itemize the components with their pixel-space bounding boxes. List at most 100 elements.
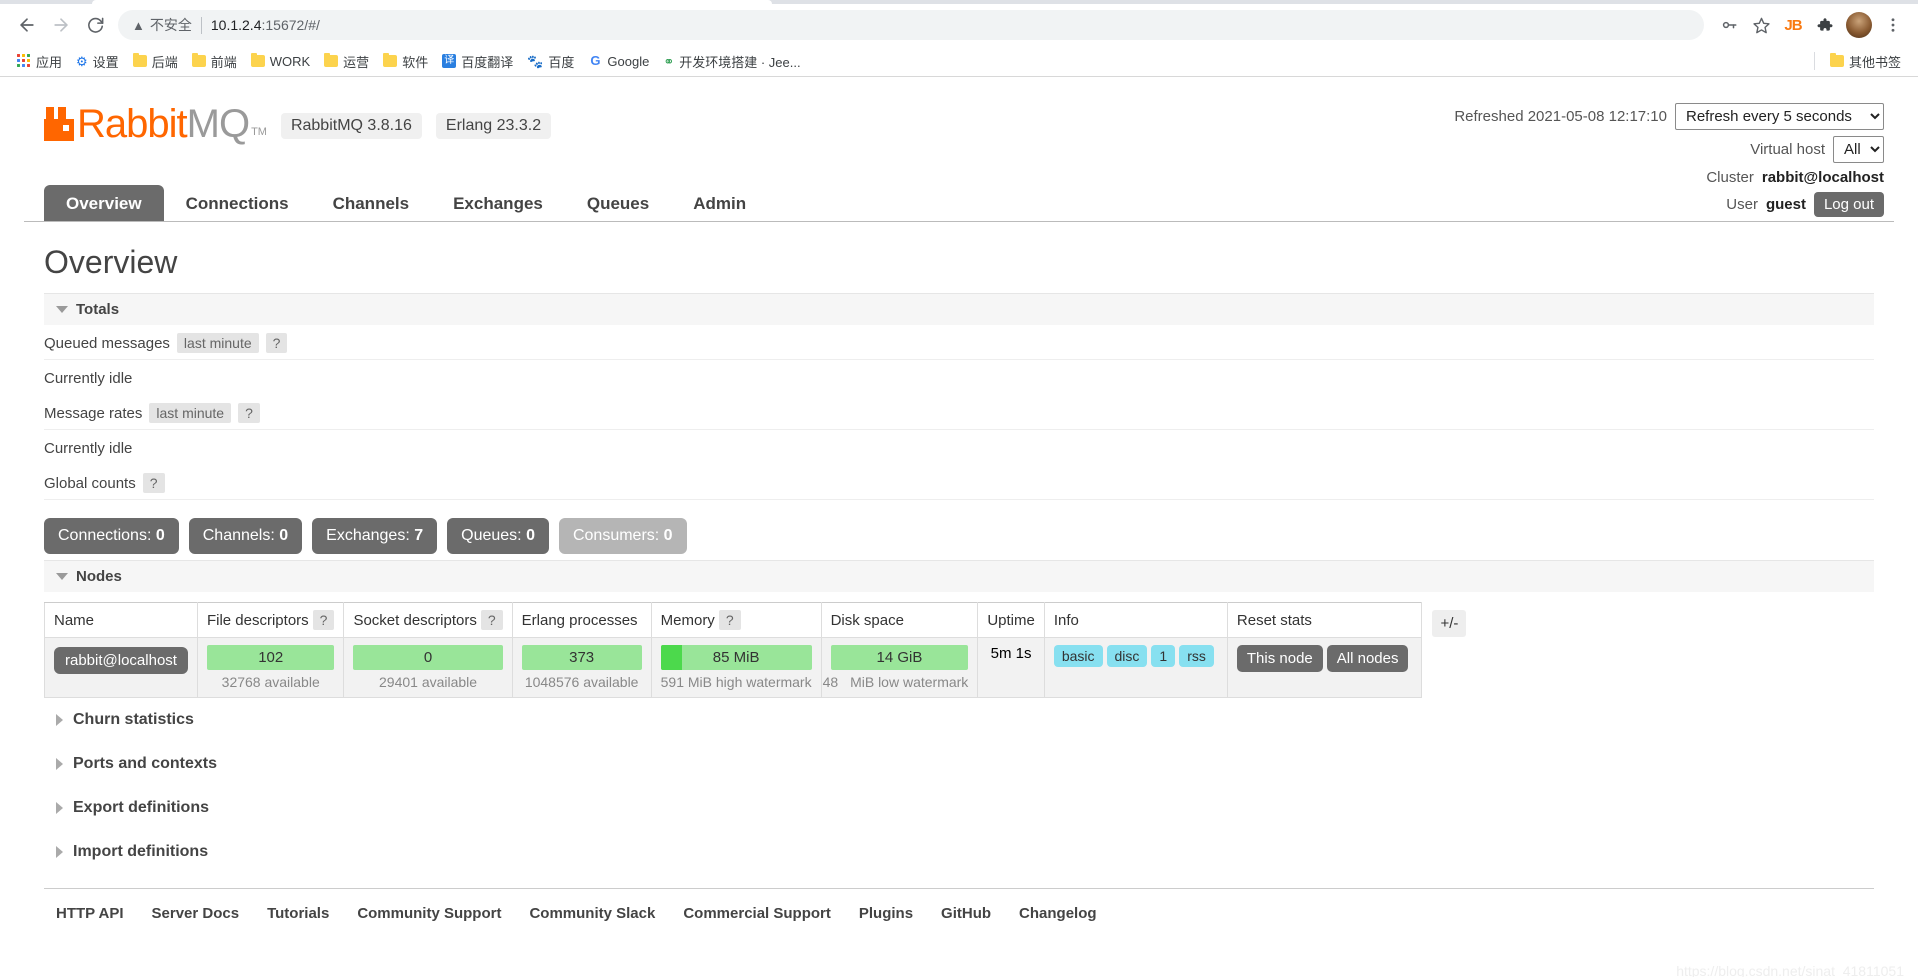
refresh-interval-select[interactable]: Refresh every 5 secondsRefresh every 10 … xyxy=(1675,103,1884,130)
rabbit-logo-icon xyxy=(44,107,74,141)
profile-avatar[interactable] xyxy=(1846,12,1872,38)
collapsible-ports-and-contexts[interactable]: Ports and contexts xyxy=(44,742,1874,786)
socket-descriptors-help-icon[interactable]: ? xyxy=(480,610,503,630)
global-count-channels-button[interactable]: Channels: 0 xyxy=(188,518,303,554)
other-bookmarks-button[interactable]: 其他书签 xyxy=(1823,49,1908,74)
global-counts-help-icon[interactable]: ? xyxy=(142,473,165,493)
logo-mq: MQ xyxy=(186,102,250,146)
totals-section-label: Totals xyxy=(76,301,120,318)
browser-tab[interactable] xyxy=(92,0,772,4)
column-chooser-button[interactable]: +/- xyxy=(1432,610,1467,637)
bookmark-google[interactable]: G Google xyxy=(581,51,656,72)
tab-queues[interactable]: Queues xyxy=(565,185,671,221)
global-count-exchanges-button[interactable]: Exchanges: 7 xyxy=(312,518,438,554)
logout-button[interactable]: Log out xyxy=(1813,192,1884,217)
back-arrow-icon[interactable] xyxy=(10,8,44,42)
cell-file-descriptors: 102 32768 available xyxy=(196,637,345,698)
message-rates-period-chip[interactable]: last minute xyxy=(149,403,232,423)
forward-arrow-icon[interactable] xyxy=(44,8,78,42)
queued-messages-help-icon[interactable]: ? xyxy=(265,333,288,353)
bookmark-baidu-translate[interactable]: 译 百度翻译 xyxy=(435,49,520,74)
footer-link-tutorials[interactable]: Tutorials xyxy=(267,905,329,922)
bookmark-ruanjian[interactable]: 软件 xyxy=(376,49,435,74)
password-key-icon[interactable] xyxy=(1714,10,1744,40)
bookmark-apps[interactable]: 应用 xyxy=(10,49,69,74)
info-chip-basic[interactable]: basic xyxy=(1053,645,1103,667)
bookmark-yunying[interactable]: 运营 xyxy=(317,49,376,74)
info-chip-rss[interactable]: rss xyxy=(1179,645,1214,667)
global-count-connections-button[interactable]: Connections: 0 xyxy=(44,518,179,554)
folder-icon xyxy=(1829,53,1844,67)
bookmark-qianduan[interactable]: 前端 xyxy=(185,49,244,74)
footer-link-changelog[interactable]: Changelog xyxy=(1019,905,1097,922)
tab-overview[interactable]: Overview xyxy=(44,185,164,221)
file-descriptors-help-icon[interactable]: ? xyxy=(312,610,335,630)
reset-stats-this-node-button[interactable]: This node xyxy=(1236,645,1323,672)
socket-descriptors-bar: 0 xyxy=(353,645,503,670)
footer-link-commercial-support[interactable]: Commercial Support xyxy=(683,905,831,922)
reload-icon[interactable] xyxy=(78,8,112,42)
erlang-version-badge: Erlang 23.3.2 xyxy=(435,113,552,139)
footer-link-server-docs[interactable]: Server Docs xyxy=(152,905,240,922)
totals-section-header[interactable]: Totals xyxy=(44,293,1874,325)
bookmark-jeecg[interactable]: ⚭ 开发环境搭建 · Jee... xyxy=(656,49,807,74)
collapsible-export-definitions[interactable]: Export definitions xyxy=(44,786,1874,830)
global-count-queues-button[interactable]: Queues: 0 xyxy=(447,518,549,554)
col-disk-space[interactable]: Disk space xyxy=(820,602,979,638)
col-file-descriptors[interactable]: File descriptors? xyxy=(196,602,345,638)
tab-admin[interactable]: Admin xyxy=(671,185,768,221)
footer-link-plugins[interactable]: Plugins xyxy=(859,905,913,922)
col-label: Memory xyxy=(660,612,715,629)
col-uptime[interactable]: Uptime xyxy=(977,602,1045,638)
cell-node-name: rabbit@localhost xyxy=(44,637,198,698)
nodes-section-label: Nodes xyxy=(76,568,122,585)
memory-help-icon[interactable]: ? xyxy=(718,610,741,630)
footer-link-community-slack[interactable]: Community Slack xyxy=(529,905,655,922)
nodes-section-header[interactable]: Nodes xyxy=(44,560,1874,592)
col-label: Socket descriptors xyxy=(353,612,477,629)
bookmark-baidu[interactable]: 🐾 百度 xyxy=(520,49,581,74)
count-value: 0 xyxy=(663,527,673,544)
rabbitmq-logo[interactable]: RabbitMQ TM xyxy=(44,104,267,144)
bookmark-houduan[interactable]: 后端 xyxy=(126,49,185,74)
col-memory[interactable]: Memory? xyxy=(650,602,822,638)
cell-uptime: 5m 1s xyxy=(977,637,1045,698)
extensions-puzzle-icon[interactable] xyxy=(1810,10,1840,40)
col-info[interactable]: Info xyxy=(1043,602,1228,638)
omnibox-divider xyxy=(200,16,202,34)
bookmark-work[interactable]: WORK xyxy=(244,51,317,72)
collapsible-import-definitions[interactable]: Import definitions xyxy=(44,830,1874,874)
vhost-label: Virtual host xyxy=(1750,141,1825,158)
memory-value: 85 MiB xyxy=(712,649,760,666)
collapsible-churn-statistics[interactable]: Churn statistics xyxy=(44,698,1874,742)
vhost-select[interactable]: All/ xyxy=(1833,136,1884,163)
footer-link-http-api[interactable]: HTTP API xyxy=(56,905,124,922)
node-name-link[interactable]: rabbit@localhost xyxy=(54,647,188,674)
footer-link-github[interactable]: GitHub xyxy=(941,905,991,922)
chrome-menu-icon[interactable] xyxy=(1878,10,1908,40)
col-socket-descriptors[interactable]: Socket descriptors? xyxy=(343,602,513,638)
count-label: Exchanges: xyxy=(326,527,415,544)
footer-link-community-support[interactable]: Community Support xyxy=(357,905,501,922)
reset-stats-all-nodes-button[interactable]: All nodes xyxy=(1326,645,1409,672)
col-reset-stats[interactable]: Reset stats xyxy=(1226,602,1423,638)
chevron-right-icon xyxy=(56,758,63,770)
tab-exchanges[interactable]: Exchanges xyxy=(431,185,565,221)
col-erlang-processes[interactable]: Erlang processes xyxy=(511,602,652,638)
queued-messages-status: Currently idle xyxy=(44,370,133,387)
info-chip-disc[interactable]: disc xyxy=(1106,645,1148,667)
jetbrains-extension-icon[interactable]: JB xyxy=(1778,10,1808,40)
bookmark-label: 开发环境搭建 · Jee... xyxy=(679,54,801,70)
global-count-consumers-button: Consumers: 0 xyxy=(558,518,687,554)
bookmark-star-icon[interactable] xyxy=(1746,10,1776,40)
tab-channels[interactable]: Channels xyxy=(311,185,432,221)
col-name[interactable]: Name xyxy=(44,602,198,638)
queued-messages-period-chip[interactable]: last minute xyxy=(176,333,259,353)
url-text: 10.1.2.4:15672/#/ xyxy=(211,17,320,33)
address-bar[interactable]: ▲ 不安全 10.1.2.4:15672/#/ xyxy=(118,10,1704,40)
bookmark-settings[interactable]: ⚙ 设置 xyxy=(69,49,126,74)
tab-connections[interactable]: Connections xyxy=(164,185,311,221)
info-chip-1[interactable]: 1 xyxy=(1151,645,1176,667)
count-label: Connections: xyxy=(58,527,156,544)
message-rates-help-icon[interactable]: ? xyxy=(238,403,260,423)
